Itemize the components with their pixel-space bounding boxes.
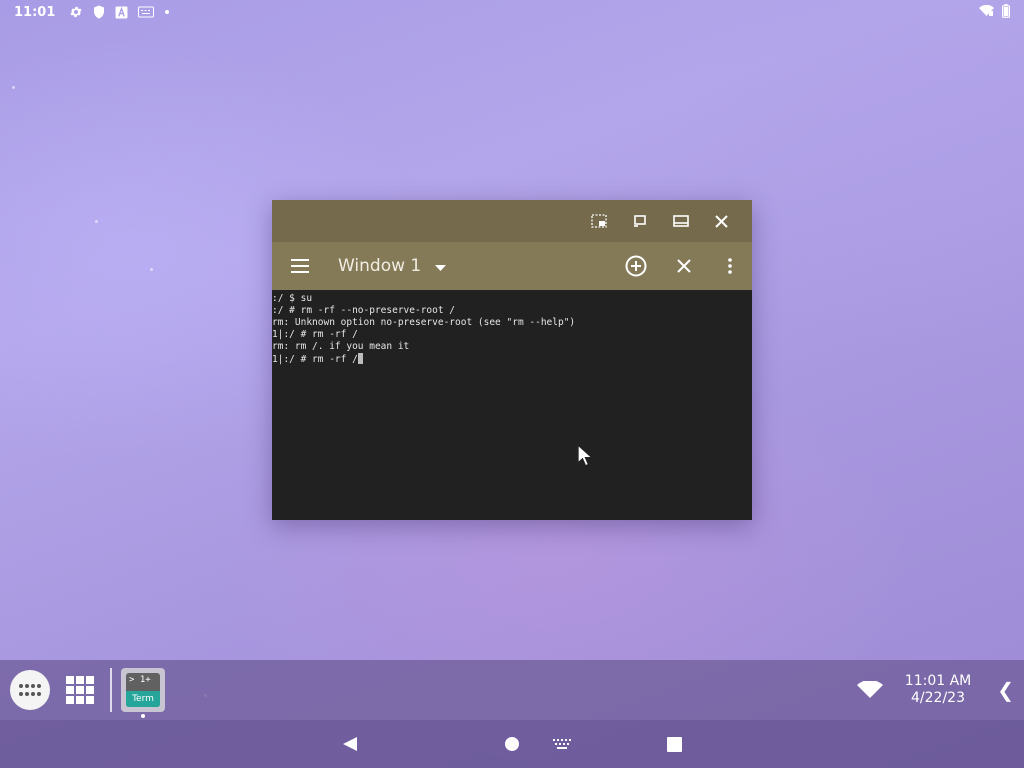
font-icon xyxy=(115,6,128,19)
maximize-icon[interactable] xyxy=(660,200,701,242)
wallpaper-sparkle xyxy=(12,86,15,89)
taskbar-divider xyxy=(110,668,112,712)
dot-icon xyxy=(164,9,170,15)
dropdown-arrow-icon xyxy=(435,256,447,276)
terminal-line: 1|:/ # rm -rf / xyxy=(272,329,358,340)
close-window-icon[interactable] xyxy=(660,242,708,290)
overview-icon[interactable] xyxy=(662,732,686,756)
terminal-window[interactable]: Window 1 :/ $ su :/ # rm -rf --no-preser… xyxy=(272,200,752,520)
wifi-icon xyxy=(979,4,994,21)
system-tray: 11:01 AM 4/22/23 ❮ xyxy=(856,660,1014,720)
shield-icon xyxy=(93,5,105,19)
wallpaper-sparkle xyxy=(95,220,98,223)
terminal-prompt-line[interactable]: 1|:/ # rm -rf / xyxy=(272,353,752,365)
picture-in-picture-icon[interactable] xyxy=(578,200,619,242)
keyboard-icon[interactable] xyxy=(550,732,574,756)
app-toolbar: Window 1 xyxy=(272,242,752,290)
navigation-bar xyxy=(0,720,1024,768)
terminal-app-icon: > 1+ Term xyxy=(126,673,160,707)
settings-icon xyxy=(69,5,83,19)
terminal-line: rm: rm /. if you mean it xyxy=(272,341,410,352)
back-icon[interactable] xyxy=(338,732,362,756)
window-selector-dropdown[interactable]: Window 1 xyxy=(338,256,447,276)
terminal-output[interactable]: :/ $ su :/ # rm -rf --no-preserve-root /… xyxy=(272,290,752,520)
terminal-line: rm: Unknown option no-preserve-root (see… xyxy=(272,317,576,328)
app-drawer-button[interactable] xyxy=(10,670,50,710)
window-name: Window 1 xyxy=(338,256,422,276)
hamburger-menu-icon[interactable] xyxy=(276,242,324,290)
add-window-icon[interactable] xyxy=(612,242,660,290)
wifi-icon[interactable] xyxy=(856,681,883,699)
terminal-line: :/ $ su xyxy=(272,293,313,304)
app-icon-top-text: > 1+ xyxy=(129,675,151,685)
battery-icon xyxy=(1002,4,1010,22)
taskbar: > 1+ Term 11:01 AM 4/22/23 ❮ xyxy=(0,660,1024,720)
taskbar-clock[interactable]: 11:01 AM 4/22/23 xyxy=(905,673,971,707)
terminal-line: :/ # rm -rf --no-preserve-root / xyxy=(272,305,456,316)
window-title-bar[interactable] xyxy=(272,200,752,242)
text-cursor xyxy=(357,353,363,364)
status-bar: 11:01 xyxy=(0,0,1024,24)
keyboard-icon xyxy=(138,6,155,18)
app-icon-label: Term xyxy=(126,691,160,707)
recent-apps-grid-icon[interactable] xyxy=(64,674,96,706)
more-options-icon[interactable] xyxy=(708,242,752,290)
clock-time: 11:01 AM xyxy=(904,673,972,689)
wallpaper-sparkle xyxy=(150,268,153,271)
status-time: 11:01 xyxy=(14,4,56,20)
restore-icon[interactable] xyxy=(619,200,660,242)
running-indicator xyxy=(141,714,145,718)
close-icon[interactable] xyxy=(701,200,742,242)
clock-date: 4/22/23 xyxy=(911,690,965,706)
terminal-app-button[interactable]: > 1+ Term xyxy=(121,668,165,712)
home-icon[interactable] xyxy=(500,732,524,756)
mouse-pointer-icon xyxy=(577,443,594,472)
expand-panel-icon[interactable]: ❮ xyxy=(997,678,1014,702)
terminal-input[interactable]: 1|:/ # rm -rf / xyxy=(272,354,358,365)
